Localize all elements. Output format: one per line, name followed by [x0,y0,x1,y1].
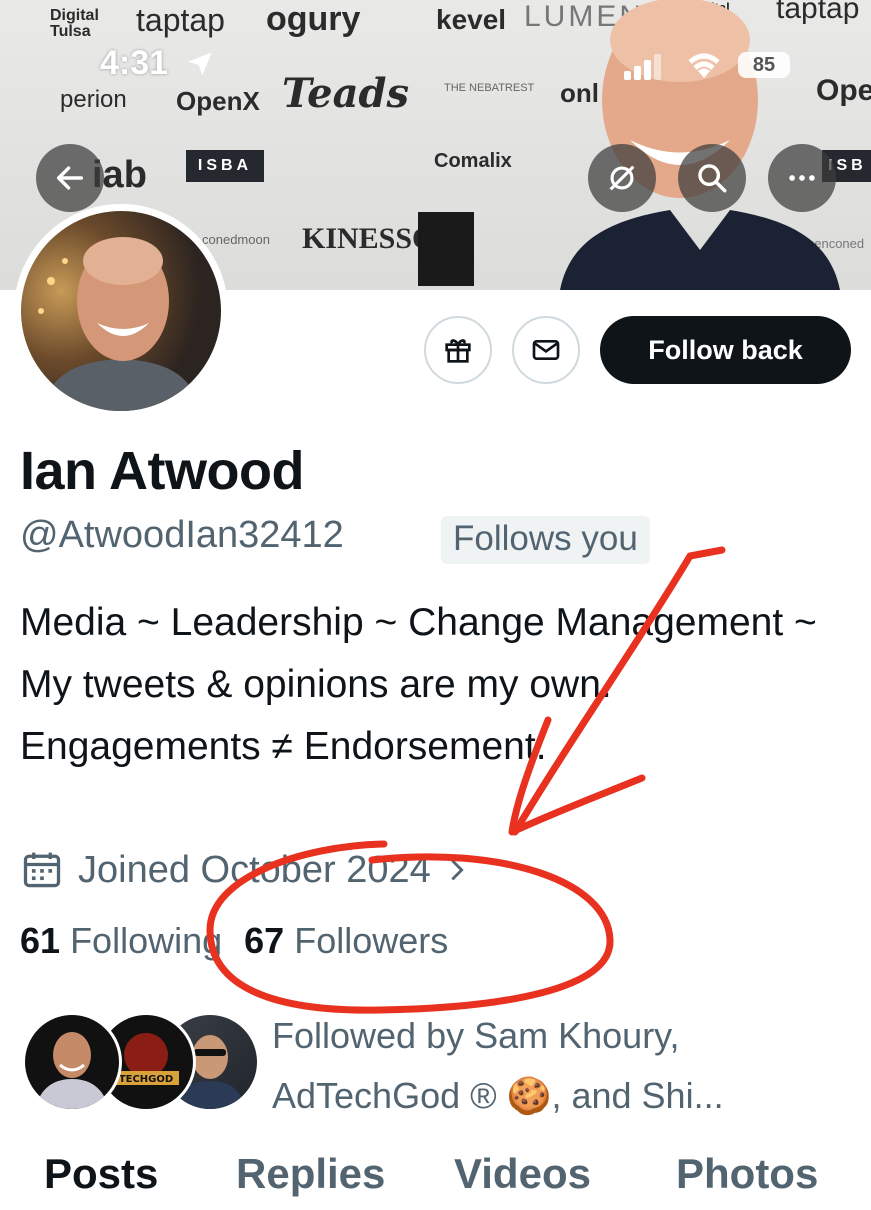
back-button[interactable] [36,144,104,212]
tab-photos[interactable]: Photos [676,1150,818,1198]
cellular-signal-icon [624,54,661,80]
follow-stats: 61 Following 67 Followers [20,920,448,962]
profile-bio: Media ~ Leadership ~ Change Management ~… [20,601,817,768]
banner-logo: conedmoon [202,232,270,247]
avatar-person [38,237,201,411]
search-icon [698,164,727,193]
followers-count: 67 [244,920,285,961]
location-arrow-icon [188,52,212,76]
profile-avatar[interactable] [14,204,228,418]
joined-date-text: Joined October 2024 [78,848,431,891]
following-label: Following [70,920,223,961]
search-button[interactable] [678,144,746,212]
more-options-button[interactable] [768,144,836,212]
calendar-icon [23,852,61,888]
avatar-person [35,1032,109,1109]
followers-label: Followers [294,920,449,961]
avatar-photo [21,211,221,411]
battery-indicator: 85 [738,52,790,78]
profile-display-name: Ian Atwood [20,441,304,501]
followed-by-avatar[interactable] [22,1012,122,1112]
banner-logo: OpenX [176,86,260,116]
profile-handle: @AtwoodIan32412 [20,514,344,556]
wifi-icon [688,53,720,78]
following-count: 61 [20,920,61,961]
grok-button[interactable] [588,144,656,212]
joined-date[interactable]: Joined October 2024 [20,842,471,898]
gift-icon [445,339,471,363]
follow-back-button[interactable]: Follow back [600,316,851,384]
more-horizontal-icon [789,175,815,181]
banner-badge [418,212,474,286]
tab-posts[interactable]: Posts [44,1150,158,1198]
follows-you-badge: Follows you [441,516,650,564]
arrow-left-icon [56,166,84,190]
status-bar: 4:31 85 [0,0,871,90]
banner-logo: perion [60,86,127,113]
svg-text:TECHGOD: TECHGOD [119,1074,173,1085]
tab-videos[interactable]: Videos [454,1150,591,1198]
chevron-right-icon [451,859,464,881]
subscribe-gift-button[interactable] [424,316,492,384]
profile-tabs: Posts Replies Videos Photos [0,1150,871,1210]
banner-logo: ISBA [186,150,264,182]
following-link[interactable]: 61 Following [20,920,222,962]
followed-by-text[interactable]: Followed by Sam Khoury, AdTechGod ® 🍪, a… [272,1006,832,1126]
message-button[interactable] [512,316,580,384]
banner-logo: KINESSO [302,222,436,255]
banner-logo: Comalix [434,150,512,172]
envelope-icon [532,340,560,360]
followers-link[interactable]: 67 Followers [244,920,448,962]
status-time: 4:31 [100,44,169,82]
tab-replies[interactable]: Replies [236,1150,385,1198]
grok-icon [609,165,635,191]
